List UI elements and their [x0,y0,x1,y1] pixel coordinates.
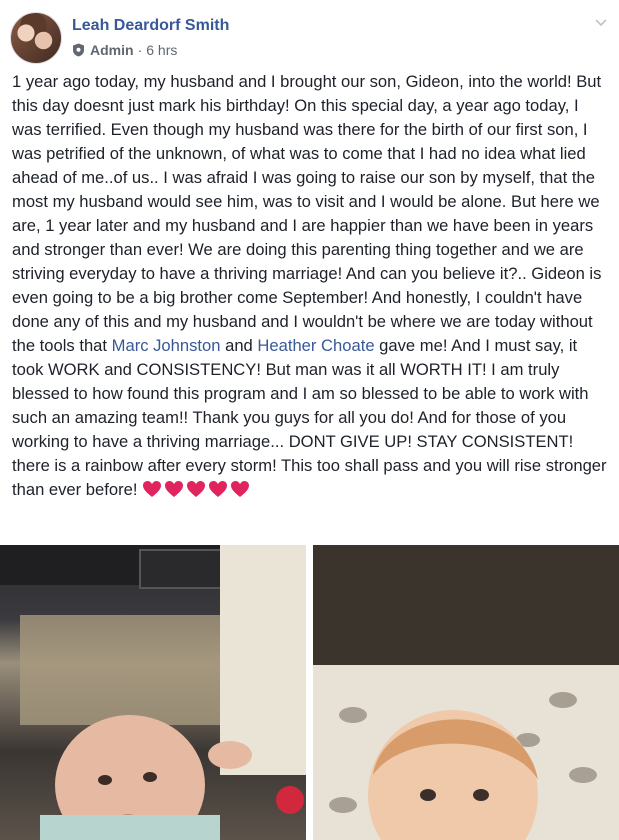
post-text-part-1: 1 year ago today, my husband and I broug… [12,72,602,355]
photo-grid [0,545,619,840]
post-text-part-3: gave me! And I must say, it took WORK an… [12,336,607,499]
baby-photo-1[interactable] [0,545,306,840]
hearts-emoji-row [142,480,252,499]
heart-icon [165,481,184,497]
baby-photo-2-illustration [313,545,619,840]
author-name[interactable]: Leah Deardorf Smith [72,17,229,35]
post-text-part-2: and [220,336,258,355]
post-header: Leah Deardorf Smith Admin · 6 hrs [10,12,609,64]
tag-marc-johnston[interactable]: Marc Johnston [112,336,221,355]
post-body: 1 year ago today, my husband and I broug… [12,70,608,502]
author-avatar[interactable] [10,12,62,64]
post-timestamp[interactable]: 6 hrs [146,42,177,58]
chevron-down-icon[interactable] [593,14,609,30]
author-role: Admin [90,42,134,58]
baby-photo-2[interactable] [313,545,619,840]
post-meta: Admin · 6 hrs [72,42,177,58]
heart-icon [187,481,206,497]
heart-icon [143,481,162,497]
baby-photo-1-illustration [0,545,306,840]
meta-separator: · [137,42,143,58]
heart-icon [231,481,250,497]
admin-shield-icon [73,43,84,57]
tag-heather-choate[interactable]: Heather Choate [257,336,374,355]
heart-icon [209,481,228,497]
